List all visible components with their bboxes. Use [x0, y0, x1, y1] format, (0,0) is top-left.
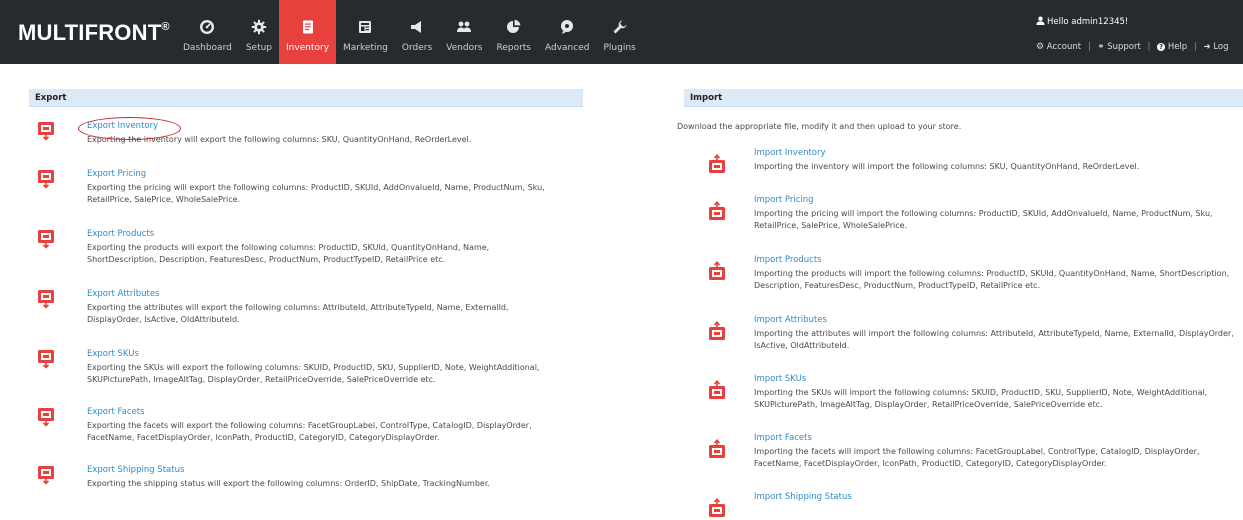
export-description: Exporting the products will export the f…	[87, 243, 490, 264]
nav-label: Vendors	[446, 43, 483, 53]
gear-icon	[250, 18, 268, 36]
main-nav: Dashboard Setup Inventory Marketing Orde…	[176, 0, 643, 64]
pie-chart-icon	[505, 18, 523, 36]
logout-icon: ➜	[1203, 42, 1211, 52]
export-link[interactable]: Export Pricing	[87, 169, 146, 179]
nav-advanced[interactable]: Advanced	[538, 0, 596, 64]
help-label: Help	[1167, 42, 1188, 52]
import-file-icon[interactable]	[707, 153, 727, 174]
export-description: Exporting the pricing will export the fo…	[87, 183, 545, 204]
import-link[interactable]: Import Attributes	[754, 315, 827, 325]
nav-label: Advanced	[545, 43, 590, 53]
nav-label: Marketing	[343, 43, 388, 53]
help-link[interactable]: ? Help	[1157, 42, 1187, 52]
headset-icon: ⚭	[1097, 42, 1105, 52]
support-label: Support	[1107, 42, 1141, 52]
account-link[interactable]: ⚙ Account	[1036, 42, 1081, 52]
dashboard-icon	[198, 18, 216, 36]
import-description: Importing the SKUs will import the follo…	[754, 388, 1208, 409]
user-greeting: Hello admin12345!	[1036, 16, 1128, 28]
import-link[interactable]: Import Shipping Status	[754, 492, 852, 502]
nav-label: Inventory	[286, 43, 330, 53]
logout-link[interactable]: ➜ Log	[1203, 42, 1228, 52]
import-intro: Download the appropriate file, modify it…	[677, 122, 962, 131]
brand-name: MULTIFRONT	[18, 20, 162, 45]
import-description: Importing the attributes will import the…	[754, 329, 1234, 350]
nav-reports[interactable]: Reports	[489, 0, 538, 64]
import-description: Importing the facets will import the fol…	[754, 447, 1200, 468]
import-header: Import	[684, 89, 1243, 107]
import-description: Importing the products will import the f…	[754, 269, 1230, 290]
user-icon	[1036, 16, 1045, 28]
greeting-text: Hello admin12345!	[1047, 17, 1129, 27]
inventory-icon	[299, 18, 317, 36]
wrench-icon	[611, 18, 629, 36]
export-link[interactable]: Export Products	[87, 229, 154, 239]
brand-registered-mark: ®	[161, 20, 170, 33]
advanced-icon	[558, 18, 576, 36]
import-link[interactable]: Import SKUs	[754, 374, 806, 384]
export-heading: Export	[35, 93, 67, 103]
export-description: Exporting the shipping status will expor…	[87, 479, 490, 488]
divider: |	[1193, 42, 1197, 52]
export-file-icon[interactable]	[37, 465, 57, 485]
export-description: Exporting the attributes will export the…	[87, 303, 509, 324]
export-header: Export	[29, 89, 583, 107]
import-file-icon[interactable]	[707, 379, 727, 400]
question-icon: ?	[1157, 43, 1166, 51]
nav-label: Orders	[401, 43, 433, 53]
import-link[interactable]: Import Pricing	[754, 195, 814, 205]
nav-inventory[interactable]: Inventory	[279, 0, 337, 64]
export-file-icon[interactable]	[37, 229, 57, 249]
nav-dashboard[interactable]: Dashboard	[176, 0, 239, 64]
brand-logo[interactable]: MULTIFRONT®	[18, 20, 170, 46]
export-file-icon[interactable]	[37, 169, 57, 189]
account-label: Account	[1046, 42, 1082, 52]
user-links: ⚙ Account | ⚭ Support | ? Help | ➜ Log	[1036, 42, 1229, 52]
nav-label: Dashboard	[183, 43, 232, 53]
export-file-icon[interactable]	[37, 289, 57, 309]
import-file-icon[interactable]	[707, 497, 727, 518]
export-link[interactable]: Export SKUs	[87, 349, 139, 359]
nav-label: Setup	[245, 43, 273, 53]
nav-vendors[interactable]: Vendors	[439, 0, 489, 64]
export-file-icon[interactable]	[37, 121, 57, 141]
nav-label: Reports	[496, 43, 531, 53]
import-description: Importing the pricing will import the fo…	[754, 209, 1213, 230]
megaphone-icon	[408, 18, 426, 36]
users-icon	[455, 18, 473, 36]
nav-marketing[interactable]: Marketing	[336, 0, 395, 64]
import-file-icon[interactable]	[707, 260, 727, 281]
nav-setup[interactable]: Setup	[239, 0, 279, 64]
export-link[interactable]: Export Attributes	[87, 289, 160, 299]
export-link[interactable]: Export Shipping Status	[87, 465, 184, 475]
top-navigation-bar: MULTIFRONT® Dashboard Setup Inventory Ma…	[0, 0, 1243, 64]
logout-label: Log	[1213, 42, 1229, 52]
import-link[interactable]: Import Facets	[754, 433, 812, 443]
export-description: Exporting the facets will export the fol…	[87, 421, 532, 442]
nav-plugins[interactable]: Plugins	[596, 0, 642, 64]
import-description: Importing the inventory will import the …	[754, 162, 1140, 171]
gear-icon: ⚙	[1036, 42, 1045, 52]
export-description: Exporting the SKUs will export the follo…	[87, 363, 540, 384]
divider: |	[1147, 42, 1151, 52]
import-file-icon[interactable]	[707, 320, 727, 341]
nav-orders[interactable]: Orders	[395, 0, 439, 64]
import-link[interactable]: Import Products	[754, 255, 822, 265]
nav-label: Plugins	[603, 43, 636, 53]
export-file-icon[interactable]	[37, 407, 57, 427]
import-file-icon[interactable]	[707, 200, 727, 221]
marketing-icon	[356, 18, 374, 36]
highlight-annotation	[78, 117, 181, 140]
export-link[interactable]: Export Facets	[87, 407, 145, 417]
import-heading: Import	[690, 93, 723, 103]
support-link[interactable]: ⚭ Support	[1097, 42, 1140, 52]
import-link[interactable]: Import Inventory	[754, 148, 826, 158]
import-file-icon[interactable]	[707, 438, 727, 459]
export-file-icon[interactable]	[37, 349, 57, 369]
divider: |	[1087, 42, 1091, 52]
